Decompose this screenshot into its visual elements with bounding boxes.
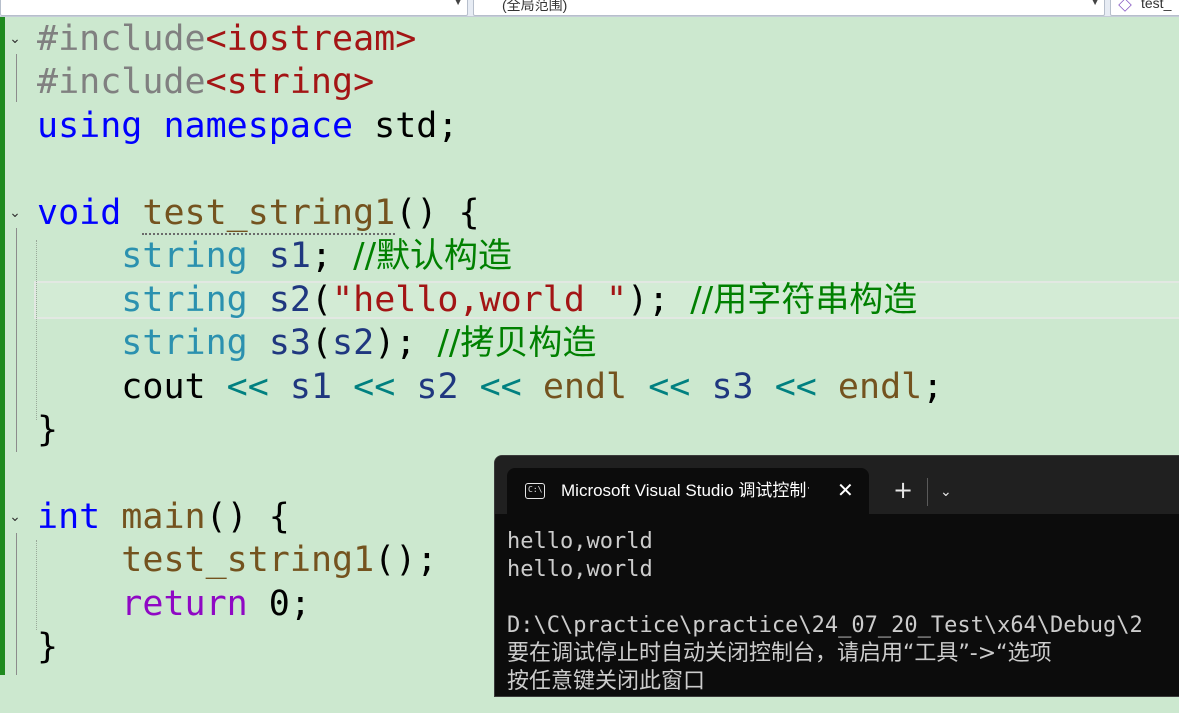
operator: << (774, 367, 817, 407)
code-line-9: cout << s1 << s2 << endl << s3 << endl; (0, 365, 1179, 409)
close-icon[interactable]: ✕ (837, 478, 854, 502)
function-call: test_string1 (121, 540, 375, 580)
return-value: 0; (247, 584, 311, 624)
collapse-icon[interactable]: ⌄ (8, 32, 22, 46)
console-output-line: D:\C\practice\practice\24_07_20_Test\x64… (507, 613, 1143, 638)
type-string: string (121, 236, 248, 276)
include-header: <iostream> (205, 19, 417, 59)
endl: endl (837, 367, 923, 407)
operator: << (479, 367, 522, 407)
console-output-line: hello,world (507, 529, 653, 554)
punctuation: ( (310, 323, 333, 363)
keyword-return: return (121, 584, 248, 624)
method-cube-icon (1118, 0, 1132, 12)
code-line-2: #include<string> (0, 60, 1179, 104)
preprocessor-directive: #include (37, 19, 206, 59)
chevron-down-icon: ▼ (453, 0, 463, 8)
keyword-void: void (37, 193, 122, 233)
endl: endl (542, 367, 628, 407)
terminal-tabstrip: C:\ Microsoft Visual Studio 调试控制台 ✕ + ⌄ (495, 456, 1179, 514)
call-rest: (); (374, 540, 438, 580)
member-dropdown[interactable]: test_ (1110, 0, 1179, 16)
chevron-down-icon: ▼ (1090, 0, 1100, 8)
closing-brace: } (37, 627, 59, 667)
cout: cout (121, 367, 206, 407)
punctuation: ( (310, 280, 333, 320)
code-line-7: string s2("hello,world "); //用字符串构造 (0, 278, 1179, 322)
comment: //默认构造 (353, 236, 513, 276)
collapse-icon[interactable]: ⌄ (8, 510, 22, 524)
console-output-line: hello,world (507, 557, 653, 582)
collapse-icon[interactable]: ⌄ (8, 206, 22, 220)
string-literal: "hello,world " (332, 280, 628, 320)
code-line-3: using namespace std; (0, 104, 1179, 148)
code-line-8: string s3(s2); //拷贝构造 (0, 321, 1179, 365)
debug-console-window[interactable]: C:\ Microsoft Visual Studio 调试控制台 ✕ + ⌄ … (494, 455, 1179, 697)
operator: << (353, 367, 396, 407)
new-tab-button[interactable]: + (893, 476, 913, 504)
function-name: main (121, 497, 206, 537)
variable-s2: s2 (268, 280, 311, 320)
console-output-line: 按任意键关闭此窗口 (507, 669, 706, 694)
preprocessor-directive: #include (37, 62, 206, 102)
keyword-int: int (37, 497, 101, 537)
code-line-10: } (0, 408, 1179, 452)
console-tab[interactable]: C:\ Microsoft Visual Studio 调试控制台 ✕ (507, 468, 869, 514)
operator: << (226, 367, 269, 407)
type-string: string (121, 280, 248, 320)
operator: << (648, 367, 691, 407)
chevron-down-icon[interactable]: ⌄ (940, 478, 952, 506)
include-header: <string> (205, 62, 375, 102)
tab-separator (927, 478, 928, 506)
variable-s1: s1 (268, 236, 311, 276)
navigation-bar: ▼ (全局范围) ▼ test_ (0, 0, 1179, 17)
argument-s2: s2 (332, 323, 375, 363)
console-output-line: 要在调试停止时自动关闭控制台，请启用“工具”->“选项 (507, 641, 1052, 666)
console-tab-title: Microsoft Visual Studio 调试控制台 (561, 481, 809, 500)
code-line-5: ⌄ void test_string1() { (0, 191, 1179, 235)
scope-dropdown[interactable]: (全局范围) ▼ (473, 0, 1105, 16)
code-line-6: string s1; //默认构造 (0, 234, 1179, 278)
comment: //拷贝构造 (437, 323, 597, 363)
function-signature-rest: () { (205, 497, 290, 537)
type-string: string (121, 323, 248, 363)
function-signature-rest: () { (395, 193, 480, 233)
code-line-1: ⌄ #include<iostream> (0, 17, 1179, 61)
variable-s1: s1 (289, 367, 333, 407)
comment: //用字符串构造 (690, 280, 918, 320)
keyword-using: using (37, 106, 143, 146)
punctuation: ; (310, 236, 333, 276)
variable-s2: s2 (416, 367, 459, 407)
variable-s3: s3 (268, 323, 311, 363)
member-dropdown-label: test_ (1141, 0, 1172, 11)
punctuation: ); (374, 323, 417, 363)
namespace-name: std; (353, 106, 459, 146)
terminal-icon: C:\ (525, 483, 545, 499)
scope-dropdown-label: (全局范围) (502, 0, 568, 13)
function-name: test_string1 (142, 193, 396, 235)
keyword-namespace: namespace (163, 106, 354, 146)
variable-s3: s3 (711, 367, 754, 407)
closing-brace: } (37, 410, 59, 450)
punctuation: ); (627, 280, 670, 320)
punctuation: ; (922, 367, 944, 407)
project-dropdown[interactable]: ▼ (0, 0, 468, 16)
